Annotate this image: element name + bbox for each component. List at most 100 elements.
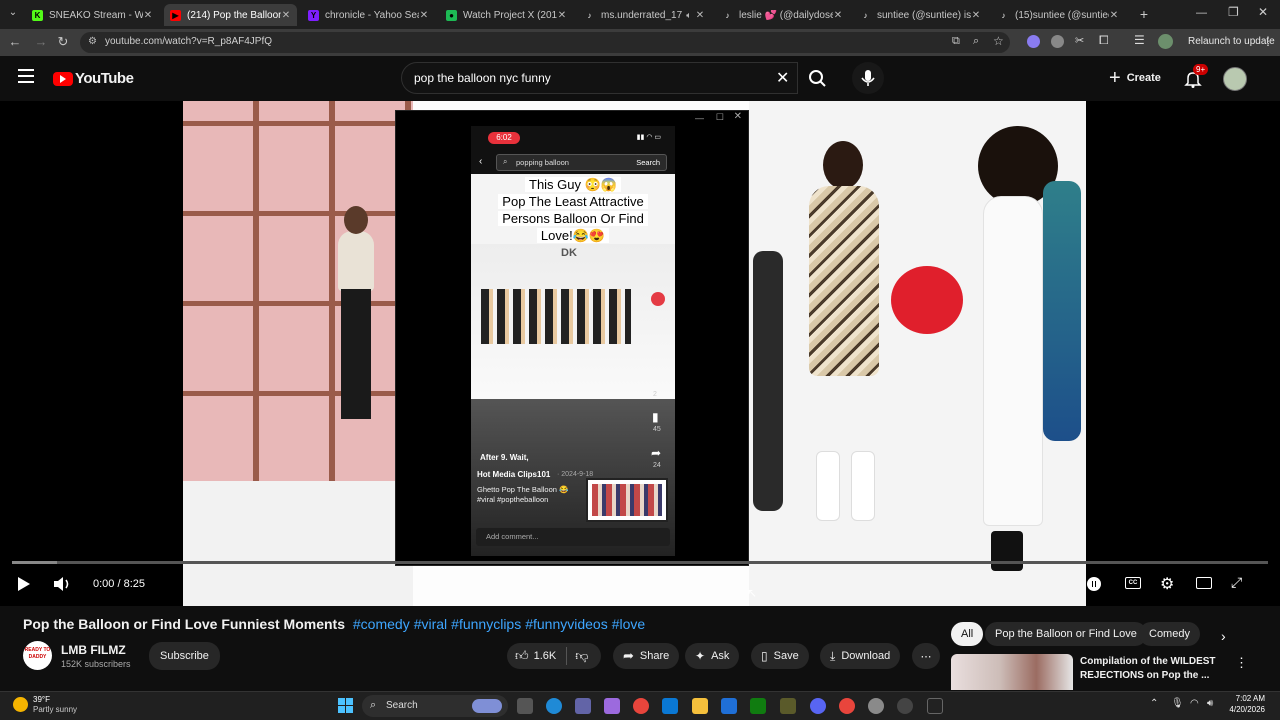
open-in-app-icon[interactable]: ⧉ [952,35,960,48]
site-info-icon[interactable]: ⚙ [88,36,97,47]
task-view-icon[interactable] [517,698,533,714]
float-minimize-icon[interactable]: — [695,113,704,123]
browser-tab[interactable]: ▶ (214) Pop the Balloon or F✕ [164,4,297,26]
tab-close-icon[interactable]: ✕ [1109,10,1119,21]
save-button[interactable]: ▯ Save [751,643,809,669]
ask-button[interactable]: ✦ Ask [685,643,740,669]
copilot-icon[interactable] [604,698,620,714]
browser-tab[interactable]: ● Watch Project X (2012) Fu✕ [440,4,573,26]
tab-close-icon[interactable]: ✕ [419,10,429,21]
forward-icon[interactable]: → [33,34,49,50]
thumbs-down-icon[interactable]: 👎︎ [575,648,588,664]
app-icon[interactable] [927,698,943,714]
tab-audio-icon[interactable]: 🔈︎ [683,10,695,21]
chrome-profile-icon[interactable] [839,698,855,714]
tab-close-icon[interactable]: ✕ [143,10,153,21]
hashtag-link[interactable]: #love [612,616,645,632]
back-arrow-icon[interactable]: ‹ [479,156,482,167]
speaker-icon[interactable]: 🔊︎ [1207,698,1213,709]
autoplay-toggle[interactable] [1087,577,1101,591]
tab-close-icon[interactable]: ✕ [695,10,705,21]
float-maximize-icon[interactable]: ☐ [716,112,724,123]
browser-tab[interactable]: Ychronicle - Yahoo Search✕ [302,4,435,26]
filter-chip[interactable]: All [951,622,984,646]
more-actions-button[interactable]: ⋯ [912,643,940,669]
weather-text[interactable]: Partly sunny [33,705,77,714]
create-button[interactable]: + Create [1101,62,1169,94]
restore-icon[interactable]: ❐ [1228,5,1239,19]
extension-icon[interactable]: ✂ [1075,34,1084,47]
search-box[interactable]: pop the balloon nyc funny ✕ [401,62,798,94]
clock-time[interactable]: 7:02 AM [1235,694,1265,703]
hashtag-link[interactable]: #funnyclips [451,616,521,632]
extension-icon[interactable] [1051,35,1064,48]
fullscreen-icon[interactable]: ⤢ [1231,574,1242,591]
discord-icon[interactable] [810,698,826,714]
share-arrow-icon[interactable]: ➦ [651,446,661,460]
temperature[interactable]: 39°F [33,695,50,704]
tiktok-search-button[interactable]: Search [636,158,660,167]
reading-list-icon[interactable]: ☰ [1134,33,1145,47]
browser-tab[interactable]: ♪ ms.underrated_17 (@🔈︎✕ [578,4,711,26]
teams-icon[interactable] [575,698,591,714]
captions-icon[interactable]: CC [1125,577,1141,589]
back-icon[interactable]: ← [7,34,23,50]
window-close-icon[interactable]: ✕ [1258,5,1268,19]
volume-button[interactable] [53,576,71,592]
windows-start-icon[interactable] [338,698,354,714]
tiktok-search-box[interactable]: ⌕ popping balloon Search [496,154,667,171]
thumbs-up-icon[interactable]: 👍︎ [515,648,529,664]
floating-tiktok-window[interactable]: — ☐ ✕ 6:02 ▮▮ ◠ ▭ ‹ ⌕ popping balloon Se… [395,110,749,566]
channel-avatar[interactable]: READY TO DADDY [23,641,52,670]
hashtag-link[interactable]: #viral [414,616,447,632]
bookmark-icon[interactable]: ▮ [652,410,659,424]
recommended-thumbnail[interactable] [951,654,1073,690]
minimize-icon[interactable]: — [1196,7,1207,19]
tab-search-icon[interactable]: ⌄ [6,7,20,21]
wifi-icon[interactable]: ◠ [1190,698,1199,709]
browser-menu-icon[interactable]: ⋮ [1262,34,1274,48]
notifications-button[interactable]: 9+ [1184,64,1209,88]
hashtag-link[interactable]: #comedy [353,616,410,632]
share-button[interactable]: ➦ Share [613,643,680,669]
rec-more-icon[interactable]: ⋮ [1235,655,1248,671]
tab-close-icon[interactable]: ✕ [971,10,981,21]
float-close-icon[interactable]: ✕ [734,111,742,122]
chrome-icon[interactable] [633,698,649,714]
filter-chip[interactable]: Comedy [1139,622,1200,646]
taskbar-search[interactable]: ⌕ Search [362,695,508,717]
app-icon[interactable] [897,698,913,714]
app-icon[interactable] [721,698,737,714]
file-explorer-icon[interactable] [692,698,708,714]
search-button[interactable] [798,62,838,94]
recommended-title[interactable]: Compilation of the WILDEST REJECTIONS on… [1080,655,1216,683]
comment-input[interactable]: Add comment... [476,528,670,546]
edge-icon[interactable] [546,698,562,714]
zoom-icon[interactable]: ⌕ [973,35,979,48]
mic-tray-icon[interactable]: 🎙︎ [1171,698,1184,709]
channel-name[interactable]: LMB FILMZ [61,643,126,657]
hashtag-link[interactable]: #funnyvideos [525,616,608,632]
author-name[interactable]: Hot Media Clips101 [477,470,550,479]
app-icon[interactable] [780,698,796,714]
hamburger-menu-icon[interactable] [18,69,34,83]
xbox-icon[interactable] [750,698,766,714]
profile-avatar[interactable] [1158,34,1173,49]
browser-tab[interactable]: ♪ suntiee (@suntiee) is LIVE✕ [854,4,987,26]
youtube-logo[interactable]: YouTube [53,70,134,87]
settings-gear-icon[interactable]: ⚙ [1160,574,1174,594]
miniplayer-icon[interactable] [1196,577,1212,589]
progress-bar[interactable] [12,561,1268,564]
store-icon[interactable] [662,698,678,714]
extension-icon[interactable] [1027,35,1040,48]
clock-date[interactable]: 4/20/2026 [1228,705,1265,714]
clear-search-icon[interactable]: ✕ [776,68,789,88]
address-bar[interactable]: ⚙ youtube.com/watch?v=R_p8AF4JPfQ ⧉ ⌕ ☆ [80,32,1010,53]
tab-close-icon[interactable]: ✕ [281,10,291,21]
weather-sun-icon[interactable] [13,697,28,712]
tab-close-icon[interactable]: ✕ [833,10,843,21]
account-avatar[interactable] [1223,67,1247,91]
download-button[interactable]: ⤓ Download [820,643,901,669]
browser-tab[interactable]: ♪ leslie 💕 (@dailydoseofl✕ [716,4,849,26]
new-tab-button[interactable]: + [1136,6,1152,22]
